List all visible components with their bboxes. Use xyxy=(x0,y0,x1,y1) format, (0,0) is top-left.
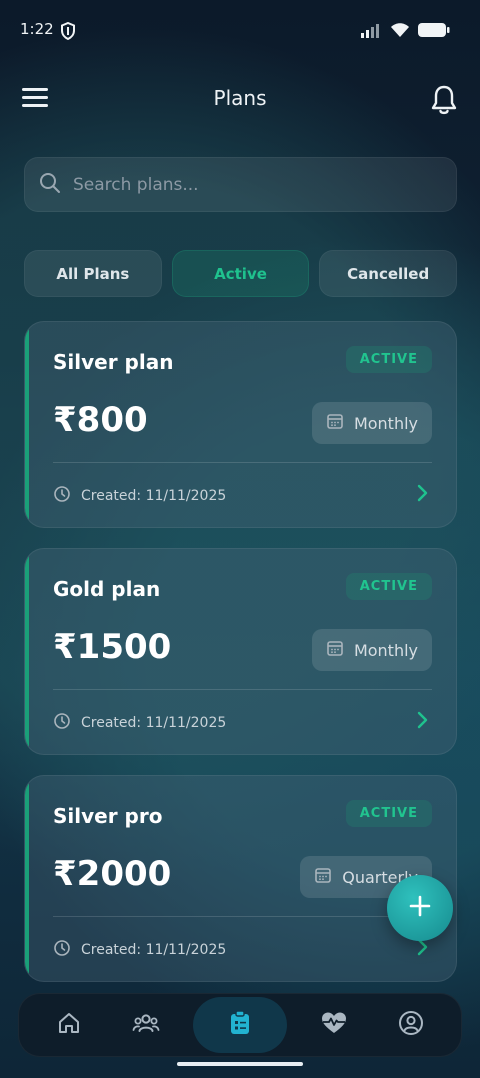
signal-icon xyxy=(360,23,382,42)
header: Plans xyxy=(0,80,480,120)
plan-card[interactable]: Silver pro ACTIVE ₹2000 Quarterly Create… xyxy=(24,775,457,982)
created-date: Created: 11/11/2025 xyxy=(81,715,227,731)
add-plan-button[interactable] xyxy=(387,875,453,941)
search-input[interactable] xyxy=(73,174,413,195)
nav-health[interactable] xyxy=(304,997,364,1053)
divider xyxy=(53,689,432,690)
bell-icon[interactable] xyxy=(430,84,458,120)
search-bar[interactable] xyxy=(24,157,457,212)
billing-cycle-chip: Monthly xyxy=(311,629,432,671)
status-badge: ACTIVE xyxy=(345,800,432,827)
billing-cycle: Monthly xyxy=(353,413,418,433)
divider xyxy=(53,916,432,917)
wifi-icon xyxy=(390,22,410,42)
heart-pulse-icon xyxy=(320,1011,348,1039)
plan-name: Gold plan xyxy=(53,577,161,601)
nav-profile[interactable] xyxy=(381,997,441,1053)
nav-home[interactable] xyxy=(39,997,99,1053)
home-indicator[interactable] xyxy=(177,1062,303,1066)
battery-icon xyxy=(418,22,450,42)
filter-tabs: All Plans Active Cancelled xyxy=(24,250,458,297)
created-row: Created: 11/11/2025 xyxy=(53,485,226,507)
plan-price: ₹1500 xyxy=(53,627,172,667)
clipboard-icon xyxy=(228,1010,252,1040)
billing-cycle-chip: Monthly xyxy=(311,402,432,444)
plan-price: ₹2000 xyxy=(53,854,172,894)
plan-card[interactable]: Silver plan ACTIVE ₹800 Monthly Created:… xyxy=(24,321,457,528)
chevron-right-icon[interactable] xyxy=(416,484,428,506)
nav-plans[interactable] xyxy=(193,997,287,1053)
tab-active[interactable]: Active xyxy=(171,250,310,297)
plan-card[interactable]: Gold plan ACTIVE ₹1500 Monthly Created: … xyxy=(24,548,457,755)
nav-members[interactable] xyxy=(116,997,176,1053)
calendar-icon xyxy=(314,866,332,888)
status-badge: ACTIVE xyxy=(345,346,432,373)
shield-icon xyxy=(60,21,76,44)
plan-price: ₹800 xyxy=(53,400,148,440)
chevron-right-icon[interactable] xyxy=(416,938,428,960)
plus-icon xyxy=(408,894,432,922)
bottom-nav xyxy=(18,993,462,1057)
tab-all-plans[interactable]: All Plans xyxy=(24,250,162,297)
plan-name: Silver plan xyxy=(53,350,174,374)
plan-name: Silver pro xyxy=(53,804,163,828)
page-title: Plans xyxy=(213,86,267,110)
created-date: Created: 11/11/2025 xyxy=(81,942,227,958)
clock-icon xyxy=(53,485,71,507)
status-badge: ACTIVE xyxy=(345,573,432,600)
status-time: 1:22 xyxy=(20,20,54,38)
billing-cycle: Monthly xyxy=(353,640,418,660)
created-row: Created: 11/11/2025 xyxy=(53,712,226,734)
clock-icon xyxy=(53,712,71,734)
created-row: Created: 11/11/2025 xyxy=(53,939,226,961)
clock-icon xyxy=(53,939,71,961)
calendar-icon xyxy=(326,639,344,661)
tab-cancelled[interactable]: Cancelled xyxy=(319,250,458,297)
created-date: Created: 11/11/2025 xyxy=(81,488,227,504)
chevron-right-icon[interactable] xyxy=(416,711,428,733)
home-icon xyxy=(57,1011,81,1039)
calendar-icon xyxy=(326,412,344,434)
divider xyxy=(53,462,432,463)
profile-icon xyxy=(398,1010,424,1040)
users-icon xyxy=(132,1012,160,1038)
status-bar: 1:22 xyxy=(0,0,480,64)
search-icon xyxy=(39,172,61,198)
